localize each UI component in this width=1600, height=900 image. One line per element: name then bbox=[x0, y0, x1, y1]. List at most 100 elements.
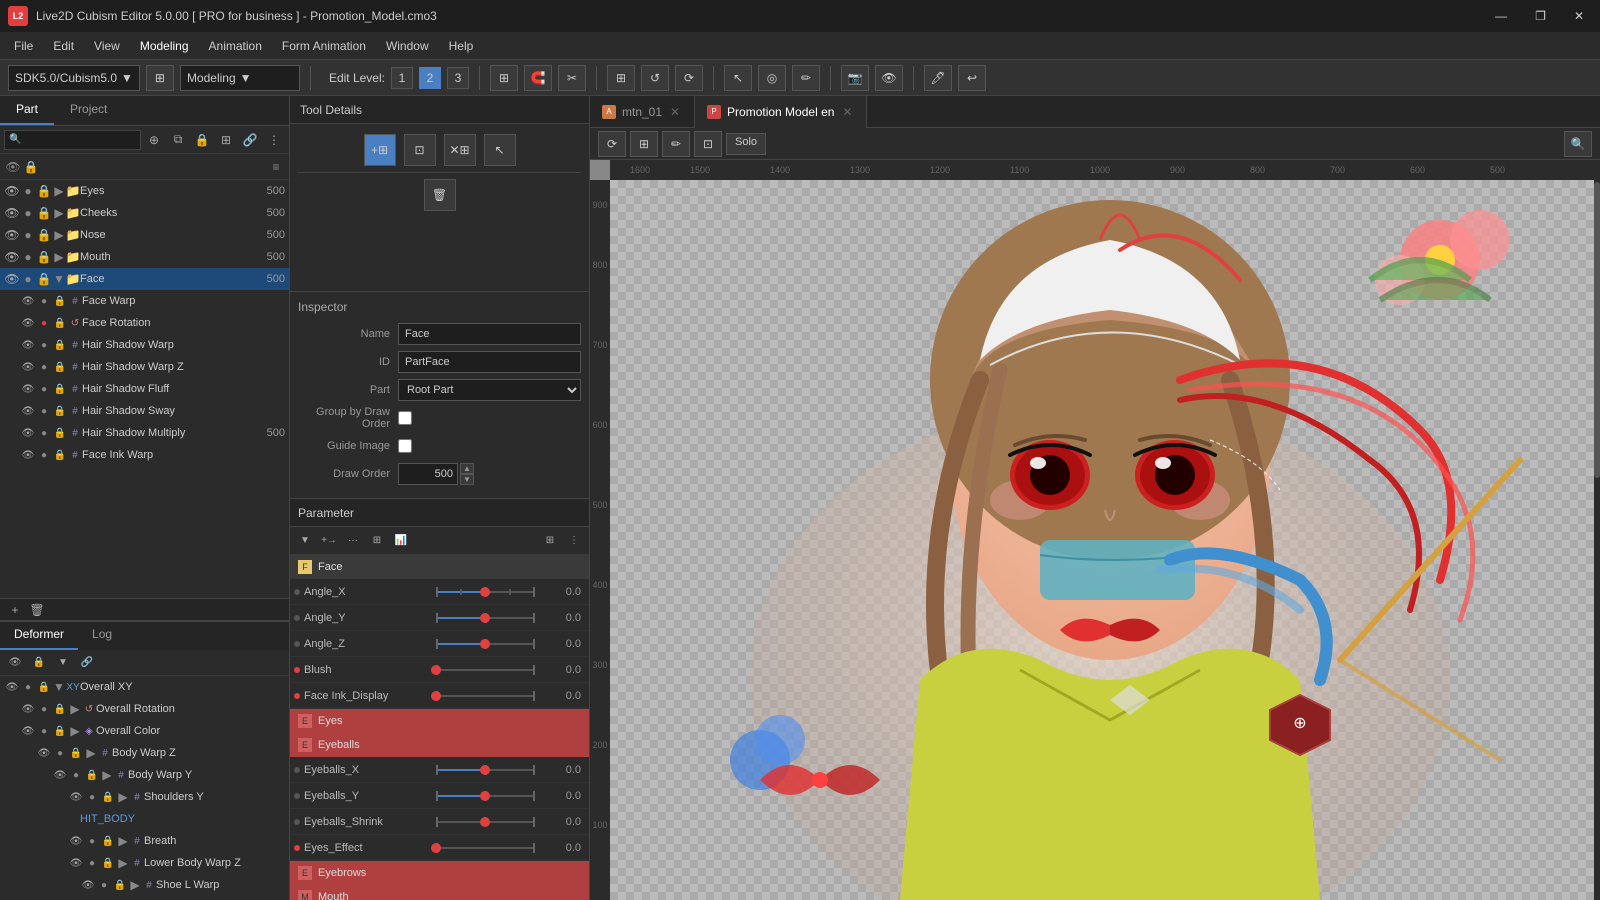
face-visibility[interactable]: 👁 bbox=[4, 271, 20, 287]
hsw-vis[interactable]: 👁 bbox=[20, 337, 36, 353]
canvas-scroll-thumb[interactable] bbox=[1594, 182, 1600, 478]
param-group-eyes[interactable]: E Eyes bbox=[290, 709, 589, 733]
undo-icon[interactable]: ↩ bbox=[958, 65, 986, 91]
brush-icon[interactable]: ✏ bbox=[792, 65, 820, 91]
blush-thumb[interactable] bbox=[431, 665, 441, 675]
draw-order-up[interactable]: ▲ bbox=[460, 463, 474, 474]
deformer-body-warp-y[interactable]: 👁 ● 🔒 ▶ # Body Warp Y bbox=[0, 764, 289, 786]
menu-dots-icon[interactable]: ⋮ bbox=[263, 129, 285, 151]
deformer-hit-body[interactable]: HIT_BODY bbox=[0, 808, 289, 830]
hss-vis[interactable]: 👁 bbox=[20, 403, 36, 419]
new-part-icon[interactable]: ⊕ bbox=[143, 129, 165, 151]
nose-expand[interactable]: ▶ bbox=[52, 228, 66, 242]
tab-project[interactable]: Project bbox=[54, 96, 123, 125]
hsm-vis[interactable]: 👁 bbox=[20, 425, 36, 441]
part-item-hair-shadow-warp[interactable]: 👁 ● 🔒 # Hair Shadow Warp bbox=[0, 334, 289, 356]
part-item-nose[interactable]: 👁 ● 🔒 ▶ 📁 Nose 500 bbox=[0, 224, 289, 246]
tool-arrow[interactable]: ↖ bbox=[484, 134, 516, 166]
tool-edit-mesh[interactable]: ⊡ bbox=[404, 134, 436, 166]
inspector-name-value[interactable]: Face bbox=[398, 323, 581, 345]
deformer-leg-l-warp[interactable]: 👁 ● 🔒 ▶ # Leg L Warp bbox=[0, 896, 289, 900]
param-table-icon[interactable]: ⊞ bbox=[366, 530, 388, 552]
pen-icon[interactable]: 🖊 bbox=[924, 65, 952, 91]
deformer-overall-color[interactable]: 👁 ● 🔒 ▶ ◈ Overall Color bbox=[0, 720, 289, 742]
edit-level-1[interactable]: 1 bbox=[391, 67, 413, 89]
angle-z-slider[interactable] bbox=[428, 643, 541, 645]
link-def-icon[interactable]: 🔗 bbox=[76, 652, 98, 674]
camera-icon[interactable]: 📷 bbox=[841, 65, 869, 91]
mode-dropdown[interactable]: Modeling ▼ bbox=[180, 65, 300, 91]
fiw-vis[interactable]: 👁 bbox=[20, 447, 36, 463]
param-group-eyebrows[interactable]: E Eyebrows bbox=[290, 861, 589, 885]
eyeballs-x-thumb[interactable] bbox=[480, 765, 490, 775]
eyes-expand[interactable]: ▶ bbox=[52, 184, 66, 198]
mouth-visibility[interactable]: 👁 bbox=[4, 249, 20, 265]
canvas-tool-3[interactable]: ✏ bbox=[662, 131, 690, 157]
inspector-group-checkbox[interactable] bbox=[398, 411, 412, 425]
eyeballs-y-thumb[interactable] bbox=[480, 791, 490, 801]
minimize-button[interactable]: — bbox=[1487, 7, 1515, 25]
nose-lock[interactable]: 🔒 bbox=[36, 227, 52, 243]
link-icon[interactable]: 🔗 bbox=[239, 129, 261, 151]
eyes-visibility[interactable]: 👁 bbox=[4, 183, 20, 199]
snap-icon[interactable]: ⊞ bbox=[490, 65, 518, 91]
eyes-effect-slider[interactable] bbox=[428, 847, 541, 849]
magnet-icon[interactable]: 🧲 bbox=[524, 65, 552, 91]
deformer-shoe-l-warp[interactable]: 👁 ● 🔒 ▶ # Shoe L Warp bbox=[0, 874, 289, 896]
lock-all-icon[interactable]: 🔒 bbox=[191, 129, 213, 151]
eyeballs-x-slider[interactable] bbox=[428, 769, 541, 771]
menu-view[interactable]: View bbox=[84, 35, 130, 57]
draw-order-field[interactable] bbox=[398, 463, 458, 485]
param-grid-icon[interactable]: ⊞ bbox=[539, 530, 561, 552]
part-item-eyes[interactable]: 👁 ● 🔒 ▶ 📁 Eyes 500 bbox=[0, 180, 289, 202]
mouth-expand[interactable]: ▶ bbox=[52, 250, 66, 264]
part-item-cheeks[interactable]: 👁 ● 🔒 ▶ 📁 Cheeks 500 bbox=[0, 202, 289, 224]
cheeks-lock[interactable]: 🔒 bbox=[36, 205, 52, 221]
param-group-face[interactable]: F Face bbox=[290, 555, 589, 579]
part-item-hair-shadow-sway[interactable]: 👁 ● 🔒 # Hair Shadow Sway bbox=[0, 400, 289, 422]
promo-tab-close[interactable]: ✕ bbox=[840, 105, 854, 119]
face-warp-vis[interactable]: 👁 bbox=[20, 293, 36, 309]
deformer-shoulders-y[interactable]: 👁 ● 🔒 ▶ # Shoulders Y bbox=[0, 786, 289, 808]
inspector-part-dropdown[interactable]: Root Part bbox=[398, 379, 581, 401]
param-group-eyeballs[interactable]: E Eyeballs bbox=[290, 733, 589, 757]
canvas-content[interactable]: ⊕ bbox=[610, 180, 1600, 900]
blush-slider[interactable] bbox=[428, 669, 541, 671]
deformer-overall-xy[interactable]: 👁 ● 🔒 ▼ XY Overall XY bbox=[0, 676, 289, 698]
eyeballs-shrink-thumb[interactable] bbox=[480, 817, 490, 827]
lasso-icon[interactable]: ◎ bbox=[758, 65, 786, 91]
part-item-hair-shadow-fluff[interactable]: 👁 ● 🔒 # Hair Shadow Fluff bbox=[0, 378, 289, 400]
mtn-tab-close[interactable]: ✕ bbox=[668, 105, 682, 119]
deformer-body-warp-z[interactable]: 👁 ● 🔒 ▶ # Body Warp Z bbox=[0, 742, 289, 764]
tool-delete-vertex[interactable]: ✕⊞ bbox=[444, 134, 476, 166]
cut-icon[interactable]: ✂ bbox=[558, 65, 586, 91]
menu-window[interactable]: Window bbox=[376, 35, 439, 57]
tab-log[interactable]: Log bbox=[78, 622, 126, 650]
angle-x-slider[interactable] bbox=[428, 591, 541, 593]
part-item-mouth[interactable]: 👁 ● 🔒 ▶ 📁 Mouth 500 bbox=[0, 246, 289, 268]
part-item-hair-shadow-warp-z[interactable]: 👁 ● 🔒 # Hair Shadow Warp Z bbox=[0, 356, 289, 378]
refresh-icon[interactable]: ↺ bbox=[641, 65, 669, 91]
face-lock[interactable]: 🔒 bbox=[36, 271, 52, 287]
tab-mtn01[interactable]: A mtn_01 ✕ bbox=[590, 96, 695, 128]
grid-icon[interactable]: ⊞ bbox=[607, 65, 635, 91]
draw-order-down[interactable]: ▼ bbox=[460, 474, 474, 485]
expand-all-icon[interactable]: ⊞ bbox=[215, 129, 237, 151]
part-item-hair-shadow-multiply[interactable]: 👁 ● 🔒 # Hair Shadow Multiply 500 bbox=[0, 422, 289, 444]
close-button[interactable]: ✕ bbox=[1566, 7, 1592, 25]
loop-icon[interactable]: ⟳ bbox=[675, 65, 703, 91]
mouth-lock[interactable]: 🔒 bbox=[36, 249, 52, 265]
deformer-overall-rotation[interactable]: 👁 ● 🔒 ▶ ↺ Overall Rotation bbox=[0, 698, 289, 720]
param-group-mouth-param[interactable]: M Mouth bbox=[290, 885, 589, 900]
param-menu-icon[interactable]: ⋮ bbox=[563, 530, 585, 552]
visibility-header-icon[interactable]: 👁 bbox=[4, 158, 22, 176]
face-rot-vis[interactable]: 👁 bbox=[20, 315, 36, 331]
canvas-tool-2[interactable]: ⊞ bbox=[630, 131, 658, 157]
part-item-face-ink-warp[interactable]: 👁 ● 🔒 # Face Ink Warp bbox=[0, 444, 289, 466]
collapse-icon[interactable]: ≡ bbox=[267, 158, 285, 176]
part-item-face-rotation[interactable]: 👁 ● 🔒 ↺ Face Rotation bbox=[0, 312, 289, 334]
param-expand-icon[interactable]: ▼ bbox=[294, 530, 316, 552]
angle-x-thumb[interactable] bbox=[480, 587, 490, 597]
workspace-dropdown[interactable]: SDK5.0/Cubism5.0 ▼ bbox=[8, 65, 140, 91]
menu-help[interactable]: Help bbox=[439, 35, 484, 57]
